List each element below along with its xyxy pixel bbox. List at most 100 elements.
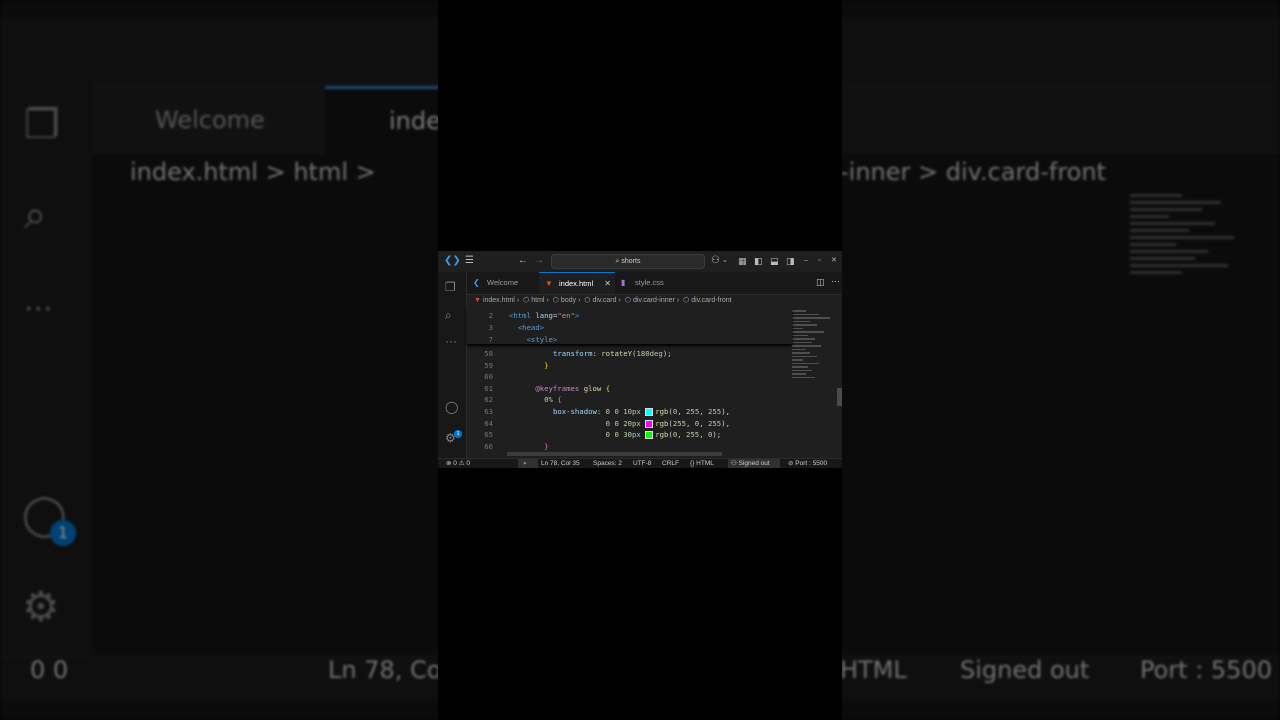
command-center-search[interactable]: ⌕ shorts: [551, 254, 705, 269]
code-token: ,: [699, 430, 708, 440]
chevron-right-icon: ›: [578, 297, 581, 304]
code-line[interactable]: 63 box-shadow: 0 0 10px rgb(0, 255, 255)…: [467, 406, 730, 418]
html5-icon: ▼: [545, 279, 553, 288]
breadcrumb: ▼ index.html › ⬡ html › ⬡ body › ⬡ div.card › ⬡ d…: [474, 295, 734, 307]
code-line[interactable]: 2 <html lang="en">: [467, 310, 580, 322]
vertical-scrollbar[interactable]: [837, 388, 842, 406]
customize-layout-icon[interactable]: ▦: [738, 255, 747, 267]
vscode-window: ❮❯ ☰ ← → ⌕ shorts ⚇ ⌄ ▦ ◧ ⬓ ◨ – ▫ ✕ ❐ ⌕ …: [438, 251, 842, 468]
minimap[interactable]: [792, 308, 837, 458]
code-token: 255: [708, 418, 722, 428]
color-swatch[interactable]: [645, 431, 654, 440]
bg-activity-bar: ❐ ⌕ ··· ◯ 1 ⚙: [0, 82, 92, 657]
tab-welcome[interactable]: ❮ Welcome: [467, 272, 539, 294]
forward-arrow-icon[interactable]: →: [534, 255, 544, 267]
code-line[interactable]: 66 }: [467, 441, 548, 453]
code-editor[interactable]: 2 <html lang="en"> 3 <head> 7 <style> 58 tr…: [467, 308, 842, 458]
code-line[interactable]: 60: [467, 371, 509, 383]
problems-indicator[interactable]: ⊗ 0 ⚠ 0: [446, 459, 470, 468]
toggle-panel-icon[interactable]: ⬓: [770, 255, 779, 267]
more-actions-icon[interactable]: ···: [831, 276, 840, 286]
code-line[interactable]: 61 @keyframes glow {: [467, 383, 610, 395]
color-swatch[interactable]: [645, 419, 654, 428]
element-icon: ⬡: [683, 297, 690, 304]
code-line[interactable]: 64 0 0 20px rgb(255, 0, 255),: [467, 418, 730, 430]
code-line[interactable]: 3 <head>: [467, 322, 545, 334]
code-token: rgb: [655, 430, 669, 440]
status-bar: ⊗ 0 ⚠ 0 ⌕ Ln 78, Col 35 Spaces: 2 UTF-8 …: [438, 458, 842, 468]
account-status[interactable]: ⚇ Signed out: [728, 459, 780, 468]
explorer-icon[interactable]: ❐: [445, 280, 456, 294]
live-server-port[interactable]: ⊘ Port : 5500: [788, 459, 827, 468]
tab-label: index.html: [559, 279, 594, 288]
language-mode[interactable]: {} HTML: [690, 459, 714, 468]
zoom-indicator[interactable]: ⌕: [518, 459, 538, 468]
split-editor-icon[interactable]: ◫: [816, 277, 825, 288]
bg-gear-icon: ⚙: [22, 582, 60, 631]
code-line[interactable]: 65 0 0 30px rgb(0, 255, 0);: [467, 429, 721, 441]
code-token: );: [662, 349, 672, 358]
breadcrumb-item[interactable]: div.card-inner: [633, 297, 675, 304]
line-number: 65: [484, 430, 493, 440]
line-number: 3: [488, 322, 493, 332]
warning-count: 0: [466, 460, 470, 467]
element-icon: ⬡: [584, 297, 591, 304]
maximize-icon[interactable]: ▫: [818, 255, 820, 267]
tab-index-html[interactable]: ▼ index.html ✕: [539, 272, 615, 294]
code-line[interactable]: 7 <style>: [467, 334, 558, 346]
code-token: ,: [677, 407, 687, 416]
code-token: 0 0 30px: [605, 430, 641, 440]
copilot-icon: ⚇: [731, 460, 737, 467]
toggle-sidebar-icon[interactable]: ◧: [754, 255, 763, 267]
error-icon: ⊗: [446, 460, 452, 467]
code-token: 255: [686, 430, 700, 440]
code-token: {: [605, 383, 611, 393]
code-line[interactable]: 59 }: [467, 360, 548, 372]
line-number: 59: [484, 360, 493, 370]
code-token: "en": [557, 311, 575, 320]
search-view-icon[interactable]: ⌕: [445, 308, 452, 322]
breadcrumb-item[interactable]: div.card-front: [691, 297, 731, 304]
tab-style-css[interactable]: ▮ style.css: [615, 272, 687, 294]
breadcrumb-item[interactable]: index.html: [483, 297, 515, 304]
copilot-icon[interactable]: ⚇: [711, 255, 720, 267]
menu-icon[interactable]: ☰: [465, 255, 474, 267]
sticky-scroll: 2 <html lang="en"> 3 <head> 7 <style>: [467, 308, 792, 344]
chevron-right-icon: ›: [676, 297, 680, 304]
close-tab-icon[interactable]: ✕: [604, 273, 611, 295]
code-line[interactable]: 62 0% {: [467, 394, 562, 406]
accounts-icon[interactable]: ◯: [445, 400, 458, 414]
code-token: ),: [721, 418, 730, 428]
line-number: 64: [484, 418, 493, 428]
toggle-secondary-sidebar-icon[interactable]: ◨: [786, 255, 795, 267]
no-entry-icon: ⊘: [788, 460, 794, 467]
braces-icon: {}: [690, 460, 695, 467]
code-token: glow: [583, 383, 602, 393]
encoding[interactable]: UTF-8: [633, 459, 651, 468]
cursor-position[interactable]: Ln 78, Col 35: [541, 459, 580, 468]
breadcrumb-item[interactable]: body: [561, 297, 576, 304]
horizontal-scrollbar[interactable]: [507, 452, 722, 456]
breadcrumb-item[interactable]: div.card: [593, 297, 617, 304]
minimize-icon[interactable]: –: [804, 255, 808, 267]
code-token: 0%: [544, 395, 553, 405]
back-arrow-icon[interactable]: ←: [518, 255, 528, 267]
css-icon: ▮: [621, 278, 626, 287]
line-number: 2: [488, 311, 493, 320]
code-token: <style>: [509, 334, 558, 344]
breadcrumb-item[interactable]: html: [531, 297, 544, 304]
line-number: 58: [484, 349, 493, 358]
line-ending[interactable]: CRLF: [662, 459, 679, 468]
code-token: transform: [552, 349, 593, 358]
close-window-icon[interactable]: ✕: [831, 255, 837, 267]
more-views-icon[interactable]: ···: [445, 334, 457, 348]
gear-icon[interactable]: ⚙: [445, 431, 456, 445]
indentation[interactable]: Spaces: 2: [593, 459, 622, 468]
element-icon: ⬡: [624, 297, 631, 304]
code-line[interactable]: 58 transform: rotateY(180deg);: [467, 348, 672, 360]
chevron-down-icon[interactable]: ⌄: [722, 255, 728, 267]
bg-breadcrumb-right: -inner > div.card-front: [840, 158, 1106, 186]
color-swatch[interactable]: [645, 408, 654, 416]
